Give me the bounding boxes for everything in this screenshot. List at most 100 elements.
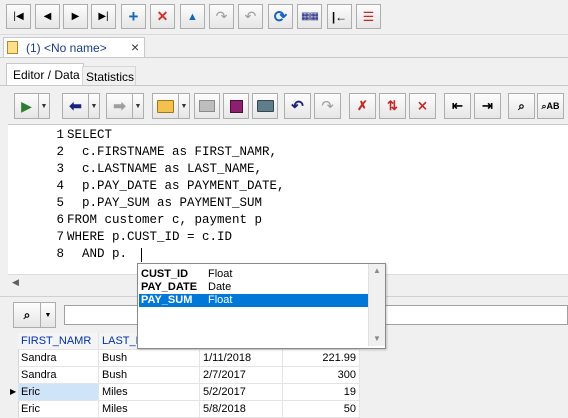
- table-cell[interactable]: Miles: [99, 401, 200, 418]
- post-edit-icon: ▲: [187, 10, 198, 23]
- indent-icon: ⇤: [452, 98, 463, 113]
- scroll-left-icon[interactable]: ◀: [12, 277, 19, 288]
- line-number: 4: [56, 179, 64, 193]
- code-line: p.PAY_SUM as PAYMENT_SUM: [67, 196, 263, 210]
- delete-record-icon: ✕: [156, 8, 169, 24]
- post-edit-button[interactable]: ▲: [180, 4, 205, 29]
- redo-icon: ↷: [321, 98, 334, 115]
- execute-button[interactable]: ▶: [14, 93, 39, 119]
- close-tab-button[interactable]: ×: [131, 39, 139, 55]
- column-header[interactable]: FIRST_NAMR: [18, 333, 99, 350]
- find-button[interactable]: ⌕: [508, 93, 535, 119]
- code-line: c.FIRSTNAME as FIRST_NAMR,: [67, 145, 278, 159]
- execute-dropdown[interactable]: ▼: [39, 93, 50, 119]
- load-button[interactable]: [194, 93, 220, 119]
- save-button[interactable]: [223, 93, 249, 119]
- undo-button[interactable]: ↶: [284, 93, 311, 119]
- arrow-left-icon: ⬅: [69, 98, 82, 115]
- cancel-edit-button[interactable]: ↷: [209, 4, 234, 29]
- filter-button[interactable]: ☰: [356, 4, 381, 29]
- table-cell[interactable]: Sandra: [18, 367, 99, 384]
- tab-statistics[interactable]: Statistics: [82, 66, 136, 86]
- refresh-icon: ⟳: [273, 8, 288, 26]
- scroll-up-icon[interactable]: ▲: [373, 266, 381, 275]
- line-number: 7: [56, 230, 64, 244]
- undo-edit-icon: ↶: [244, 8, 257, 24]
- indent-button[interactable]: ⇤: [444, 93, 471, 119]
- grid-columns-icon: ▦▦: [301, 11, 319, 22]
- table-cell[interactable]: 300: [283, 367, 360, 384]
- table-cell[interactable]: 5/2/2017: [200, 384, 283, 401]
- field-name: PAY_DATE: [141, 281, 198, 293]
- tab-editor-data-label: Editor / Data: [13, 68, 80, 82]
- autocomplete-item-selected[interactable]: PAY_SUM Float: [139, 294, 368, 307]
- delete-record-button[interactable]: ✕: [150, 4, 175, 29]
- document-tab[interactable]: (1) <No name> ×: [3, 37, 145, 58]
- scroll-down-icon[interactable]: ▼: [373, 334, 381, 343]
- table-cell[interactable]: 221.99: [283, 350, 360, 367]
- find-options-dropdown[interactable]: ▼: [41, 302, 56, 328]
- document-tab-border: [0, 57, 568, 58]
- prior-record-icon: ◀: [43, 11, 52, 22]
- field-type: Date: [208, 281, 232, 293]
- line-number: 2: [56, 145, 64, 159]
- forward-button[interactable]: ➡: [106, 93, 133, 119]
- sql-editor[interactable]: 1 2 3 4 5 6 7 8 SELECT c.FIRSTNAME as FI…: [8, 124, 568, 275]
- print-button[interactable]: [252, 93, 278, 119]
- filter-icon: ☰: [362, 8, 375, 24]
- first-record-button[interactable]: |◀: [6, 4, 31, 29]
- undo-edit-button[interactable]: ↶: [238, 4, 263, 29]
- step-button[interactable]: ⇅: [379, 93, 406, 119]
- code-line: AND p.: [67, 247, 128, 261]
- back-dropdown[interactable]: ▼: [89, 93, 100, 119]
- redo-button[interactable]: ↷: [314, 93, 341, 119]
- table-cell[interactable]: Bush: [99, 367, 200, 384]
- insert-record-icon: +: [128, 6, 139, 26]
- binoculars-icon: ⌕: [23, 307, 31, 322]
- back-button[interactable]: ⬅: [62, 93, 89, 119]
- autocomplete-scrollbar[interactable]: ▲ ▼: [368, 264, 385, 346]
- table-cell[interactable]: Eric: [18, 401, 99, 418]
- table-cell[interactable]: Sandra: [18, 350, 99, 367]
- undo-icon: ↶: [291, 98, 304, 115]
- autocomplete-item[interactable]: PAY_DATE Date: [139, 281, 368, 294]
- refresh-button[interactable]: ⟳: [268, 4, 293, 29]
- table-cell[interactable]: 50: [283, 401, 360, 418]
- tab-statistics-label: Statistics: [86, 70, 135, 84]
- forward-dropdown[interactable]: ▼: [133, 93, 144, 119]
- step-icon: ⇅: [387, 98, 398, 113]
- table-cell[interactable]: 19: [283, 384, 360, 401]
- last-record-icon: ▶|: [98, 11, 109, 22]
- pin-button[interactable]: |←: [327, 4, 352, 29]
- chevron-down-icon: ▼: [180, 102, 188, 110]
- open-dropdown[interactable]: ▼: [179, 93, 190, 119]
- field-name: PAY_SUM: [141, 294, 193, 306]
- table-cell[interactable]: Eric: [18, 384, 99, 401]
- find-replace-icon: ⌕AB: [541, 100, 560, 111]
- prior-record-button[interactable]: ◀: [35, 4, 60, 29]
- chevron-down-icon: ▼: [44, 311, 52, 319]
- code-line: c.LASTNAME as LAST_NAME,: [67, 162, 263, 176]
- table-cell[interactable]: Miles: [99, 384, 200, 401]
- autocomplete-item[interactable]: CUST_ID Float: [139, 268, 368, 281]
- table-cell[interactable]: 5/8/2018: [200, 401, 283, 418]
- folder-open-icon: [157, 99, 174, 113]
- next-record-button[interactable]: ▶: [63, 4, 88, 29]
- binoculars-icon: ⌕: [518, 98, 525, 113]
- table-cell[interactable]: 1/11/2018: [200, 350, 283, 367]
- find-options-button[interactable]: ⌕: [13, 302, 41, 328]
- replace-button[interactable]: ⌕AB: [537, 93, 564, 119]
- tab-editor-data[interactable]: Editor / Data: [6, 63, 84, 86]
- open-button[interactable]: [152, 93, 179, 119]
- unindent-button[interactable]: ⇥: [474, 93, 501, 119]
- disable-breakpoints-button[interactable]: ✗: [349, 93, 376, 119]
- document-icon: [7, 41, 18, 54]
- table-cell[interactable]: 2/7/2017: [200, 367, 283, 384]
- grid-columns-button[interactable]: ▦▦: [297, 4, 322, 29]
- line-number: 5: [56, 196, 64, 210]
- last-record-button[interactable]: ▶|: [91, 4, 116, 29]
- clear-button[interactable]: ⨯: [409, 93, 436, 119]
- code-line: SELECT: [67, 128, 113, 142]
- table-cell[interactable]: Bush: [99, 350, 200, 367]
- insert-record-button[interactable]: +: [121, 4, 146, 29]
